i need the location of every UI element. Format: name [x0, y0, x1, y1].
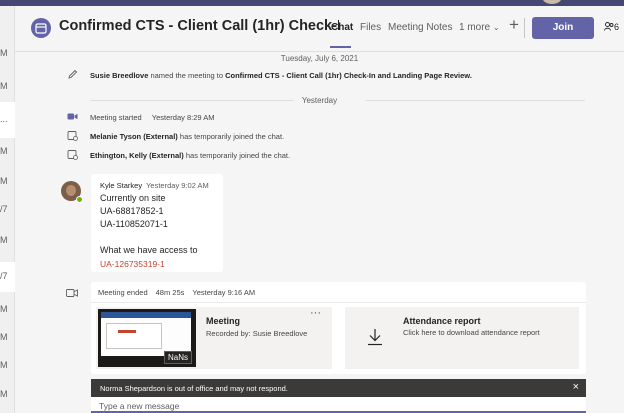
header-divider: [524, 18, 525, 38]
meeting-recap-card: Meeting ended 48m 25s Yesterday 9:16 AM Na…: [91, 282, 586, 374]
meeting-title: Confirmed CTS - Client Call (1hr) Check-…: [59, 18, 339, 34]
video-camera-icon: [67, 113, 78, 120]
duration-badge: NaNs: [163, 351, 192, 364]
recording-title: Meeting: [206, 316, 241, 326]
separator-line: [365, 100, 585, 101]
people-icon: [604, 22, 614, 31]
chat-join-icon: [67, 150, 78, 160]
chat-list-item-time[interactable]: M: [0, 332, 14, 342]
tab-files[interactable]: Files: [360, 22, 381, 33]
participants-count: 6: [614, 22, 620, 32]
download-icon: [368, 329, 382, 346]
presence-available-icon: [76, 196, 83, 203]
meeting-ended-text: Meeting ended: [98, 288, 148, 297]
compose-box[interactable]: [91, 397, 586, 413]
meeting-started-text: Meeting started: [90, 113, 142, 122]
meeting-ended-time: Yesterday 9:16 AM: [192, 288, 256, 297]
rename-actor: Susie Breedlove: [90, 71, 149, 80]
rename-event: Susie Breedlove named the meeting to Con…: [90, 71, 472, 80]
recording-card[interactable]: NaNs Meeting Recorded by: Susie Breedlov…: [96, 307, 332, 369]
chat-list-rail: M M ... M M /7 M /7 M M M M: [0, 6, 15, 413]
active-tab-indicator: [330, 46, 351, 48]
joined-text-1: has temporarily joined the chat.: [179, 132, 285, 141]
message-pane: Tuesday, July 6, 2021 Susie Breedlove na…: [15, 52, 624, 413]
tab-meeting-notes[interactable]: Meeting Notes: [388, 22, 452, 33]
participants-button[interactable]: 6: [604, 22, 619, 32]
meeting-started-time: Yesterday 8:29 AM: [151, 113, 215, 122]
attendance-title: Attendance report: [403, 316, 481, 326]
meeting-duration: 48m 25s: [155, 288, 185, 297]
chat-list-item-time[interactable]: M: [0, 235, 14, 245]
message-line: What we have access to: [100, 245, 198, 255]
meeting-ended-header: Meeting ended 48m 25s Yesterday 9:16 AM: [98, 288, 263, 297]
chat-list-item-time[interactable]: M: [0, 81, 14, 91]
thumbnail-highlight: [118, 330, 136, 333]
chat-list-item-time[interactable]: M: [0, 48, 14, 58]
joined-name-1: Melanie Tyson (External): [90, 132, 178, 141]
joined-event-1: Melanie Tyson (External) has temporarily…: [90, 132, 284, 141]
message-time: Yesterday 9:02 AM: [146, 181, 209, 190]
joined-event-2: Ethington, Kelly (External) has temporar…: [90, 151, 290, 160]
chat-list-item-time[interactable]: /7: [0, 204, 14, 214]
thumbnail-toolbar: [101, 312, 191, 318]
add-tab-button[interactable]: +: [509, 15, 519, 35]
message-header: Kyle Starkey Yesterday 9:02 AM: [100, 181, 209, 190]
message-line: UA-68817852-1: [100, 206, 164, 216]
user-avatar[interactable]: [542, 0, 562, 4]
chat-header: Confirmed CTS - Client Call (1hr) Check-…: [15, 6, 624, 52]
recorded-by: Recorded by: Susie Breedlove: [206, 329, 308, 338]
thumbnail-document: [106, 323, 162, 349]
rename-meeting-name: Confirmed CTS - Client Call (1hr) Check-…: [225, 71, 472, 80]
joined-text-2: has temporarily joined the chat.: [185, 151, 291, 160]
chat-list-item-time[interactable]: M: [0, 304, 14, 314]
out-of-office-banner: Norma Shepardson is out of office and ma…: [91, 379, 586, 397]
pencil-icon: [68, 69, 78, 79]
chat-list-item-time[interactable]: M: [0, 389, 14, 399]
chat-join-icon: [67, 131, 78, 141]
message-input[interactable]: [99, 401, 569, 411]
date-separator-label: Yesterday: [293, 96, 346, 105]
meeting-chat-icon: [31, 18, 51, 38]
tab-chat[interactable]: Chat: [331, 22, 353, 33]
close-icon[interactable]: ×: [573, 381, 579, 393]
meeting-started-event: Meeting started Yesterday 8:29 AM: [90, 113, 214, 122]
chat-list-item-time[interactable]: M: [0, 146, 14, 156]
avatar-face: [66, 185, 76, 196]
joined-name-2: Ethington, Kelly (External): [90, 151, 184, 160]
attendance-subtitle: Click here to download attendance report: [403, 328, 540, 337]
message-author: Kyle Starkey: [100, 181, 143, 190]
chat-message[interactable]: Kyle Starkey Yesterday 9:02 AM Currently …: [91, 174, 223, 272]
recap-divider: [91, 302, 586, 303]
chevron-down-icon: ⌄: [492, 23, 500, 32]
recording-thumbnail[interactable]: NaNs: [98, 309, 196, 367]
meeting-ended-icon: [66, 289, 78, 297]
more-options-button[interactable]: ···: [310, 307, 321, 319]
message-line: UA-110852071-1: [100, 219, 168, 229]
chat-list-item-time[interactable]: M: [0, 360, 14, 370]
out-of-office-text: Norma Shepardson is out of office and ma…: [100, 384, 288, 393]
rename-text: named the meeting to: [150, 71, 223, 80]
message-line: Currently on site: [100, 193, 166, 203]
chat-list-item-time[interactable]: /7: [0, 271, 14, 281]
attendance-report-card[interactable]: Attendance report Click here to download…: [345, 307, 579, 369]
chat-list-item-time[interactable]: M: [0, 176, 14, 186]
join-button[interactable]: Join: [532, 17, 594, 39]
message-link[interactable]: UA-126735319-1: [100, 259, 165, 269]
tab-more[interactable]: 1 more ⌄: [459, 22, 500, 33]
chat-list-item-more[interactable]: ...: [0, 114, 14, 124]
tab-more-label: 1 more: [459, 22, 491, 33]
date-separator: Tuesday, July 6, 2021: [280, 54, 359, 63]
